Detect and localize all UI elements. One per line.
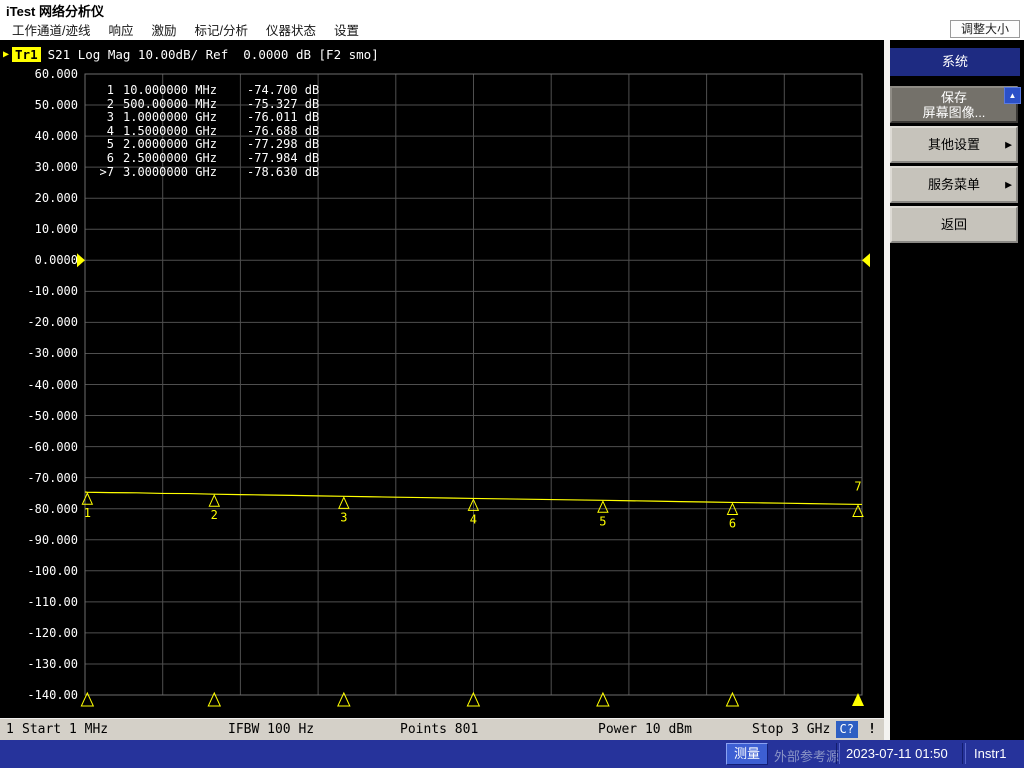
- softkey-label: 返回: [941, 217, 967, 232]
- y-axis-tick-label: -120.00: [0, 626, 78, 640]
- y-axis-tick-label: 60.000: [0, 67, 78, 81]
- y-axis-tick-label: 10.000: [0, 222, 78, 236]
- alert-indicator: !: [868, 722, 876, 737]
- menu-bar: 工作通道/迹线响应激励标记/分析仪器状态设置 调整大小: [0, 18, 1024, 40]
- marker-table-row: >73.0000000 GHz-78.630 dB: [96, 166, 319, 180]
- y-axis-tick-label: -90.000: [0, 533, 78, 547]
- softkey-label: 服务菜单: [928, 177, 980, 192]
- external-reference-indicator: 外部参考源: [774, 746, 839, 765]
- taskbar-separator: [836, 743, 840, 764]
- channel-number: 1: [6, 722, 14, 737]
- menu-item-marker-analysis[interactable]: 标记/分析: [186, 18, 257, 41]
- ifbw-readout: IFBW 100 Hz: [228, 722, 314, 737]
- y-axis-tick-label: -50.000: [0, 409, 78, 423]
- svg-text:6: 6: [729, 516, 736, 530]
- marker-table-row: 2500.00000 MHz-75.327 dB: [96, 98, 319, 112]
- y-axis-tick-label: -80.000: [0, 502, 78, 516]
- taskbar: 测量 外部参考源 2023-07-11 01:50 Instr1: [0, 740, 1024, 768]
- instrument-indicator: Instr1: [974, 746, 1007, 761]
- menu-items: 工作通道/迹线响应激励标记/分析仪器状态设置: [0, 18, 368, 41]
- power-readout: Power 10 dBm: [598, 722, 692, 737]
- svg-text:3: 3: [340, 510, 347, 524]
- svg-text:5: 5: [599, 514, 606, 528]
- softkey-menu-title: 系统: [890, 48, 1020, 76]
- y-axis-labels: 60.000 50.000 40.000 30.000 20.000 10.000 0.00…: [0, 40, 80, 718]
- svg-text:7: 7: [854, 479, 861, 493]
- y-axis-tick-label: -40.000: [0, 378, 78, 392]
- marker-table: 110.000000 MHz-74.700 dB2500.00000 MHz-7…: [96, 84, 319, 179]
- menu-item-settings[interactable]: 设置: [325, 18, 368, 41]
- resize-button[interactable]: 调整大小: [950, 20, 1020, 38]
- y-axis-tick-label: 20.000: [0, 191, 78, 205]
- y-axis-tick-label: -110.00: [0, 595, 78, 609]
- menu-item-response[interactable]: 响应: [99, 18, 142, 41]
- instrument-display: ▶ Tr1 S21 Log Mag 10.00dB/ Ref 0.0000 dB…: [0, 40, 884, 740]
- trace-label[interactable]: Tr1: [12, 47, 41, 62]
- y-axis-tick-label: -100.00: [0, 564, 78, 578]
- y-axis-tick-label: -20.000: [0, 315, 78, 329]
- title-bar: iTest 网络分析仪: [0, 0, 1024, 18]
- softkey-label: 保存: [941, 90, 967, 105]
- menu-item-channel-trace[interactable]: 工作通道/迹线: [3, 18, 99, 41]
- analyzer-screen: iTest 网络分析仪 工作通道/迹线响应激励标记/分析仪器状态设置 调整大小 …: [0, 0, 1024, 768]
- y-axis-tick-label: -10.000: [0, 284, 78, 298]
- softkey-menu: 系统 ▲ 保存 屏幕图像... 其他设置 ▶ 服务菜单 ▶ 返回: [890, 40, 1024, 740]
- softkey-back[interactable]: 返回: [890, 206, 1018, 243]
- svg-text:2: 2: [211, 508, 218, 522]
- y-axis-tick-label: 40.000: [0, 129, 78, 143]
- marker-table-row: 31.0000000 GHz-76.011 dB: [96, 111, 319, 125]
- softkey-other-settings[interactable]: 其他设置 ▶: [890, 126, 1018, 163]
- trace-format-readout: S21 Log Mag 10.00dB/ Ref 0.0000 dB [F2 s…: [48, 47, 379, 62]
- trace-header: ▶ Tr1 S21 Log Mag 10.00dB/ Ref 0.0000 dB…: [3, 47, 379, 62]
- active-trace-arrow-icon: ▶: [3, 49, 9, 60]
- submenu-arrow-icon: ▶: [1005, 177, 1012, 192]
- clock: 2023-07-11 01:50: [846, 746, 948, 761]
- measure-mode-badge[interactable]: 测量: [726, 743, 768, 765]
- marker-table-row: 62.5000000 GHz-77.984 dB: [96, 152, 319, 166]
- points-readout: Points 801: [400, 722, 478, 737]
- y-axis-tick-label: -130.00: [0, 657, 78, 671]
- softkey-label: 屏幕图像...: [923, 105, 986, 120]
- svg-text:1: 1: [84, 506, 91, 520]
- softkey-label: 其他设置: [928, 137, 980, 152]
- marker-table-row: 41.5000000 GHz-76.688 dB: [96, 125, 319, 139]
- marker-table-row: 110.000000 MHz-74.700 dB: [96, 84, 319, 98]
- softkey-service-menu[interactable]: 服务菜单 ▶: [890, 166, 1018, 203]
- taskbar-separator: [962, 743, 966, 764]
- status-bar: 1 Start 1 MHz IFBW 100 Hz Points 801 Pow…: [0, 718, 884, 741]
- start-frequency: Start 1 MHz: [22, 722, 108, 737]
- menu-item-stimulus[interactable]: 激励: [143, 18, 186, 41]
- y-axis-tick-label: -140.00: [0, 688, 78, 702]
- marker-table-row: 52.0000000 GHz-77.298 dB: [96, 138, 319, 152]
- y-axis-tick-label: 50.000: [0, 98, 78, 112]
- y-axis-tick-label: -70.000: [0, 471, 78, 485]
- y-axis-tick-label: -60.000: [0, 440, 78, 454]
- scroll-arrow-icon: ▲: [1009, 91, 1017, 100]
- stop-frequency: Stop 3 GHz: [752, 722, 830, 737]
- submenu-arrow-icon: ▶: [1005, 137, 1012, 152]
- y-axis-tick-label: 0.0000: [0, 253, 78, 267]
- y-axis-tick-label: 30.000: [0, 160, 78, 174]
- softkey-save-screen-image[interactable]: 保存 屏幕图像...: [890, 86, 1018, 123]
- menu-item-instrument-state[interactable]: 仪器状态: [257, 18, 325, 41]
- correction-status-badge: C?: [836, 721, 858, 738]
- y-axis-tick-label: -30.000: [0, 346, 78, 360]
- softkey-scroll-button[interactable]: ▲: [1004, 87, 1021, 104]
- svg-text:4: 4: [470, 512, 477, 526]
